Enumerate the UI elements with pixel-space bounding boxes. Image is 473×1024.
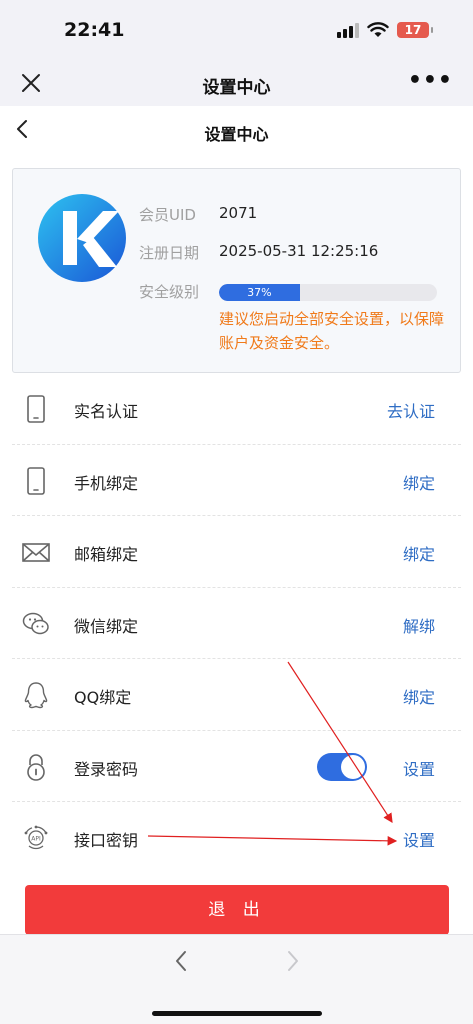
status-bar: 22:41 17 [0, 0, 473, 62]
wechat-icon [22, 612, 49, 634]
nav-forward-icon[interactable] [284, 949, 302, 973]
row-email: 邮箱绑定 绑定 [12, 516, 461, 588]
battery-icon: 17 [397, 22, 433, 38]
wifi-icon [367, 22, 389, 37]
status-indicators: 17 [337, 22, 433, 38]
page-header: 设置中心 [0, 106, 473, 158]
svg-text:API: API [31, 836, 41, 843]
row-label: QQ绑定 [74, 688, 132, 707]
row-phone: 手机绑定 绑定 [12, 445, 461, 516]
browser-header: 设置中心 ••• [0, 62, 473, 106]
home-indicator [152, 1011, 322, 1016]
set-api-key-link[interactable]: 设置 [403, 827, 435, 851]
nav-back-icon[interactable] [172, 949, 190, 973]
row-label: 手机绑定 [74, 473, 139, 493]
security-warning: 建议您启动全部安全设置，以保障账户及资金安全。 [219, 310, 445, 352]
member-card: 会员UID 2071 注册日期 2025-05-31 12:25:16 安全级别… [12, 168, 461, 373]
phone-icon [27, 466, 45, 495]
reg-date-label: 注册日期 [139, 244, 200, 262]
row-label: 实名认证 [74, 402, 139, 421]
row-label: 邮箱绑定 [74, 545, 139, 564]
browser-bottom-bar [0, 934, 473, 1024]
row-api-key: API 接口密钥 设置 [12, 802, 461, 874]
row-label: 接口密钥 [74, 831, 139, 850]
row-label: 登录密码 [74, 759, 139, 779]
toggle-knob [341, 754, 365, 779]
row-real-name: 实名认证 去认证 [12, 373, 461, 445]
row-login-password: 登录密码 设置 [12, 731, 461, 802]
logout-button[interactable]: 退 出 [25, 885, 449, 935]
more-icon[interactable]: ••• [408, 68, 453, 93]
row-wechat: 微信绑定 解绑 [12, 588, 461, 659]
app-logo-icon [38, 194, 126, 282]
battery-level: 17 [404, 23, 422, 37]
status-time: 22:41 [64, 19, 125, 41]
settings-list: 实名认证 去认证 手机绑定 绑定 邮箱绑定 绑定 微信绑定 解绑 QQ绑定 绑定… [12, 373, 461, 874]
signal-icon [337, 22, 359, 38]
uid-value: 2071 [219, 204, 258, 222]
api-icon: API [24, 825, 48, 850]
security-level-label: 安全级别 [139, 283, 200, 301]
set-password-link[interactable]: 设置 [403, 756, 435, 780]
reg-date-value: 2025-05-31 12:25:16 [219, 242, 379, 260]
page-content: 设置中心 会员UID 2071 注册日期 2025-05-31 12:25:16… [0, 106, 473, 935]
lock-icon [27, 753, 45, 781]
security-progress-bar: 37% [219, 284, 437, 301]
login-password-toggle[interactable] [317, 752, 367, 781]
bind-phone-link[interactable]: 绑定 [403, 470, 435, 494]
qq-icon [24, 682, 48, 709]
row-label: 微信绑定 [74, 616, 139, 636]
browser-title: 设置中心 [202, 78, 271, 98]
row-qq: QQ绑定 绑定 [12, 659, 461, 731]
bind-qq-link[interactable]: 绑定 [403, 684, 435, 708]
page-title: 设置中心 [204, 125, 269, 144]
unbind-wechat-link[interactable]: 解绑 [403, 613, 435, 637]
mail-icon [22, 543, 50, 562]
phone-icon [27, 395, 45, 423]
security-progress-fill: 37% [219, 284, 300, 301]
verify-link[interactable]: 去认证 [387, 398, 435, 422]
uid-label: 会员UID [139, 206, 196, 224]
bind-email-link[interactable]: 绑定 [403, 541, 435, 565]
